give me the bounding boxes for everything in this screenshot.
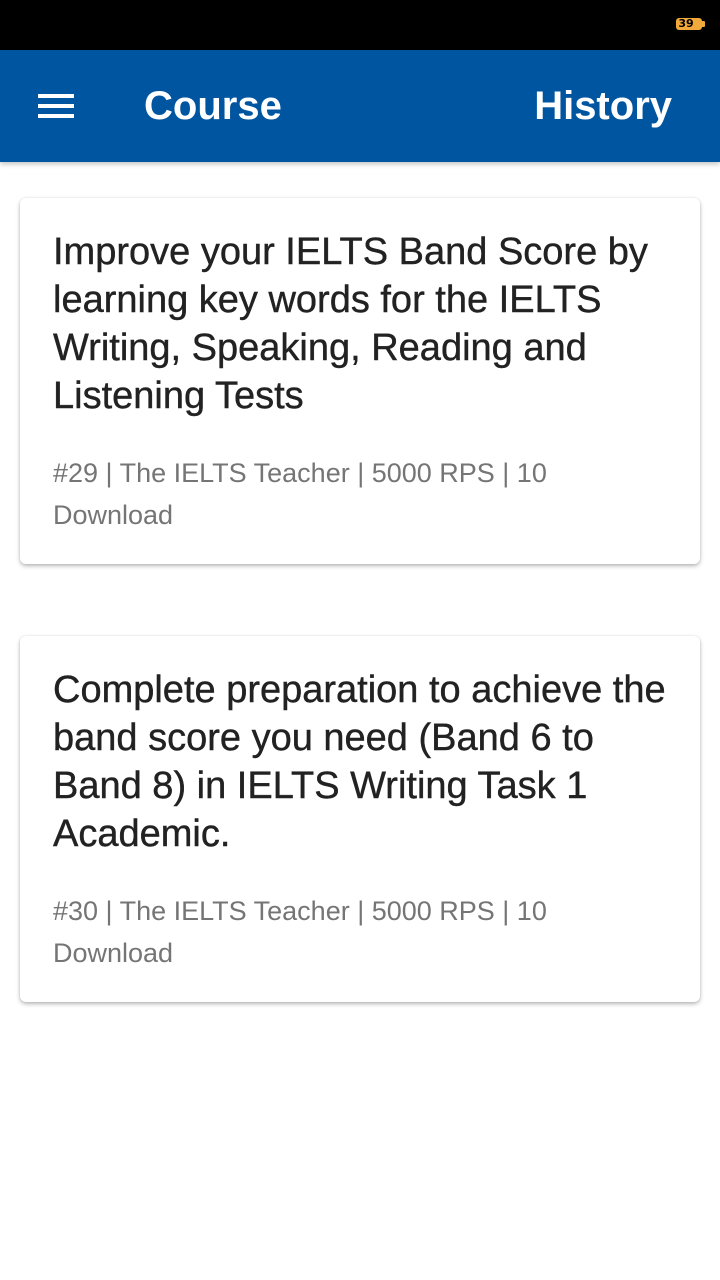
status-bar: 39 <box>0 0 720 50</box>
battery-level: 39 <box>678 17 694 30</box>
menu-line <box>38 104 74 108</box>
history-button[interactable]: History <box>534 82 672 130</box>
course-meta: #30 | The IELTS Teacher | 5000 RPS | 10 … <box>53 896 547 968</box>
app-bar: Course History <box>0 50 720 162</box>
hamburger-menu-icon[interactable] <box>26 80 86 132</box>
course-card[interactable]: Complete preparation to achieve the band… <box>20 636 700 1002</box>
menu-line <box>38 114 74 118</box>
course-meta: #29 | The IELTS Teacher | 5000 RPS | 10 … <box>53 458 547 530</box>
course-title: Complete preparation to achieve the band… <box>53 669 666 855</box>
page-title: Course <box>144 84 282 128</box>
course-title: Improve your IELTS Band Score by learnin… <box>53 231 648 417</box>
course-card[interactable]: Improve your IELTS Band Score by learnin… <box>20 198 700 564</box>
menu-line <box>38 94 74 98</box>
battery-icon: 39 <box>676 17 705 30</box>
